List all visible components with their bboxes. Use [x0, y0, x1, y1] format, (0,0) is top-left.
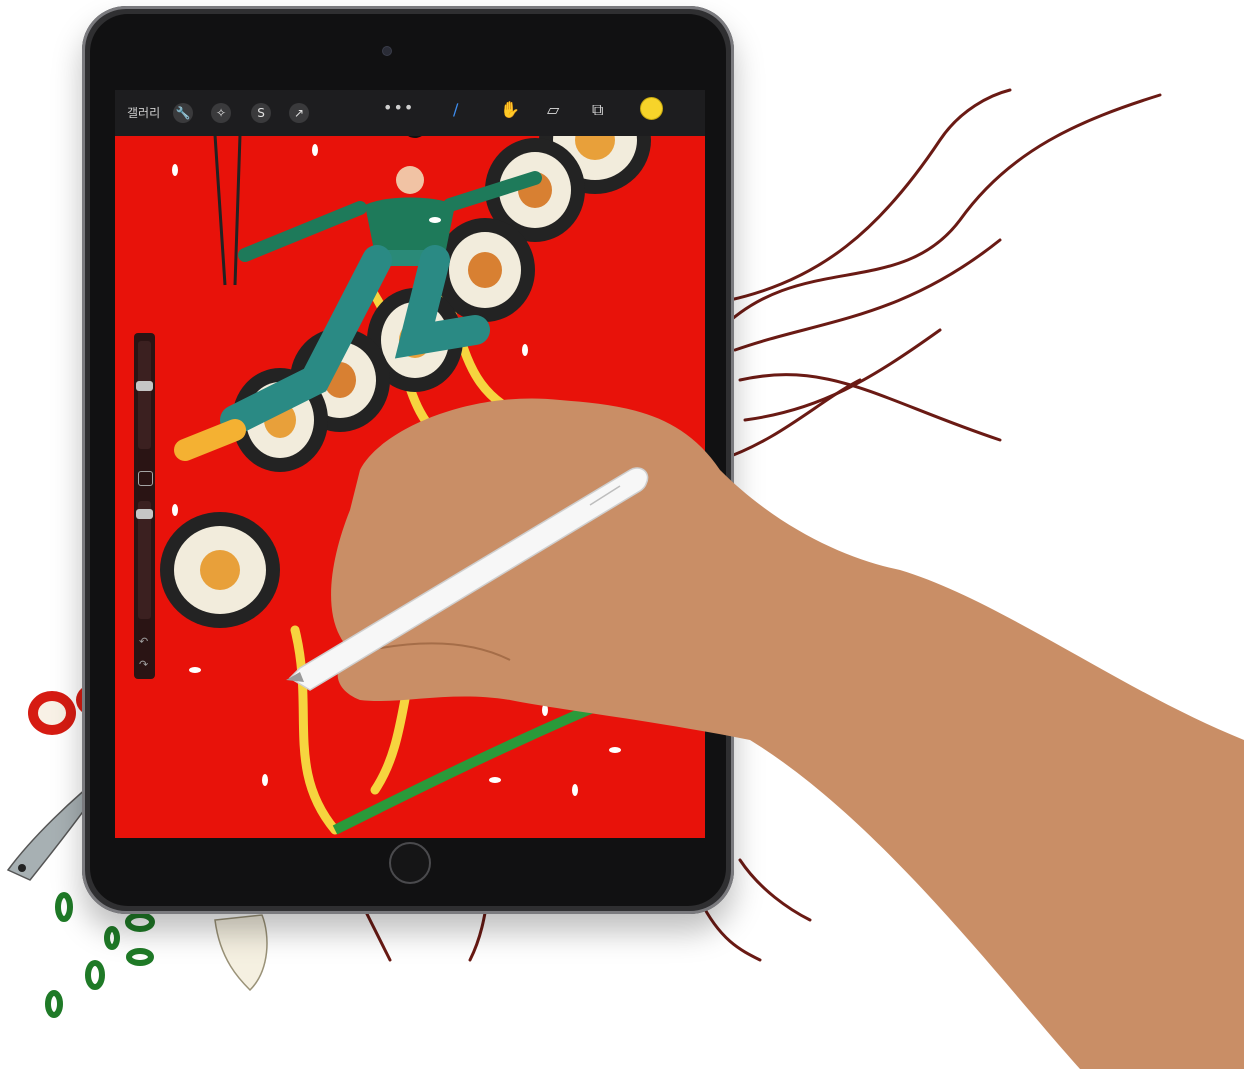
hand: [331, 398, 1244, 1069]
product-photo: 갤러리 🔧 ✧ S ↗ ••• ∕ ✋ ▱ ⧉ ↶ ↷: [0, 0, 1244, 1069]
hand-with-pencil: [286, 398, 1244, 1069]
